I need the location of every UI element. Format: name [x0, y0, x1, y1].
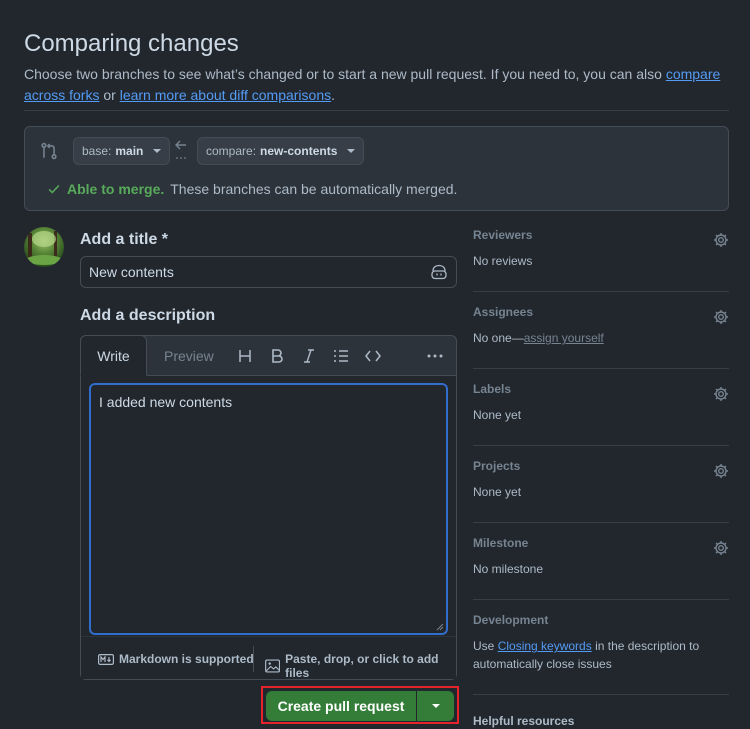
reviewers-label: Reviewers [473, 228, 533, 242]
milestone-label: Milestone [473, 536, 529, 550]
development-value: Use Closing keywords in the description … [473, 637, 729, 673]
closing-keywords-link[interactable]: Closing keywords [498, 639, 592, 653]
compare-box: base: main compare: new-contents Able to… [24, 126, 729, 211]
list-icon[interactable] [332, 346, 350, 366]
labels-value: None yet [473, 408, 522, 422]
sidebar-divider [473, 291, 729, 292]
subtitle-or: or [99, 87, 120, 103]
sidebar-divider [473, 522, 729, 523]
heading-icon[interactable] [236, 346, 254, 366]
base-branch-name: main [115, 144, 144, 158]
page-header: Comparing changes Choose two branches to… [24, 28, 729, 106]
caret-down-icon [347, 149, 356, 153]
helpful-resources-label: Helpful resources [473, 714, 575, 728]
assignees-section: Assignees No one—assign yourself [473, 305, 729, 347]
more-icon[interactable] [426, 346, 444, 366]
page-title: Comparing changes [24, 30, 239, 57]
sidebar-divider [473, 694, 729, 695]
avatar[interactable] [24, 227, 64, 267]
attach-note: Paste, drop, or click to add files [285, 652, 439, 680]
sidebar-divider [473, 599, 729, 600]
editor-body: I added new contents [81, 376, 456, 636]
compare-branch-name: new-contents [260, 144, 338, 158]
attach-files[interactable]: Paste, drop, or click to add files [265, 652, 456, 680]
check-icon [48, 184, 60, 194]
tab-write[interactable]: Write [80, 335, 147, 376]
create-pr-options-button[interactable] [417, 691, 454, 721]
bold-icon[interactable] [268, 346, 286, 366]
gear-icon[interactable] [713, 540, 729, 556]
gear-icon[interactable] [713, 309, 729, 325]
milestone-section: Milestone No milestone [473, 536, 729, 578]
page-subtitle: Choose two branches to see what’s change… [24, 64, 729, 106]
gear-icon[interactable] [713, 463, 729, 479]
development-prefix: Use [473, 639, 498, 653]
merge-ok-text: Able to merge. [67, 181, 165, 197]
compare-branch-select[interactable]: compare: new-contents [197, 137, 365, 165]
title-input[interactable]: New contents [80, 256, 457, 288]
caret-down-icon [153, 149, 162, 153]
avatar-image [26, 231, 62, 265]
projects-value: None yet [473, 485, 522, 499]
submit-highlight: Create pull request [261, 686, 459, 724]
create-pull-request-button[interactable]: Create pull request [266, 691, 416, 721]
tab-preview[interactable]: Preview [164, 336, 214, 376]
compare-icon [41, 142, 57, 160]
resize-handle-icon[interactable] [436, 623, 444, 631]
editor-footer: Markdown is supported Paste, drop, or cl… [81, 637, 456, 680]
base-prefix: base: [82, 144, 112, 158]
development-label: Development [473, 613, 549, 627]
projects-label: Projects [473, 459, 521, 473]
projects-section: Projects None yet [473, 459, 729, 501]
italic-icon[interactable] [300, 346, 318, 366]
sidebar-divider [473, 368, 729, 369]
title-label: Add a title * [80, 231, 169, 248]
sidebar-divider [473, 445, 729, 446]
markdown-icon [98, 653, 114, 665]
compare-prefix: compare: [206, 144, 257, 158]
code-icon[interactable] [364, 346, 382, 366]
assign-yourself-link[interactable]: assign yourself [524, 331, 604, 345]
labels-section: Labels None yet [473, 382, 729, 424]
development-section: Development Use Closing keywords in the … [473, 613, 729, 673]
assignees-label: Assignees [473, 305, 534, 319]
markdown-supported[interactable]: Markdown is supported [98, 652, 254, 666]
description-text: I added new contents [99, 394, 233, 410]
assignees-value: No one—assign yourself [473, 329, 729, 347]
merge-status: Able to merge. These branches can be aut… [47, 181, 457, 197]
helpful-resources-section: Helpful resources [473, 714, 729, 728]
labels-label: Labels [473, 382, 512, 396]
footer-divider [253, 646, 254, 672]
markdown-editor: Write Preview I added new contents Markd… [80, 335, 457, 680]
arrow-left-icon [175, 140, 186, 159]
copilot-icon[interactable] [430, 264, 448, 280]
reviewers-section: Reviewers No reviews [473, 228, 729, 270]
milestone-value: No milestone [473, 562, 544, 576]
editor-toolbar: Write Preview [80, 335, 456, 376]
subtitle-text: Choose two branches to see what’s change… [24, 66, 666, 82]
merge-detail-text: These branches can be automatically merg… [170, 181, 458, 197]
description-textarea[interactable]: I added new contents [89, 383, 448, 635]
gear-icon[interactable] [713, 386, 729, 402]
header-divider [24, 110, 729, 111]
reviewers-value: No reviews [473, 254, 533, 268]
markdown-note: Markdown is supported [119, 652, 254, 666]
base-branch-select[interactable]: base: main [73, 137, 171, 165]
gear-icon[interactable] [713, 232, 729, 248]
caret-down-icon [431, 704, 440, 708]
image-icon [265, 659, 281, 673]
description-label: Add a description [80, 307, 216, 324]
subtitle-period: . [331, 87, 336, 103]
assignees-none: No one— [473, 331, 524, 345]
title-input-value: New contents [89, 264, 174, 280]
diff-comparisons-link[interactable]: learn more about diff comparisons [120, 87, 331, 103]
